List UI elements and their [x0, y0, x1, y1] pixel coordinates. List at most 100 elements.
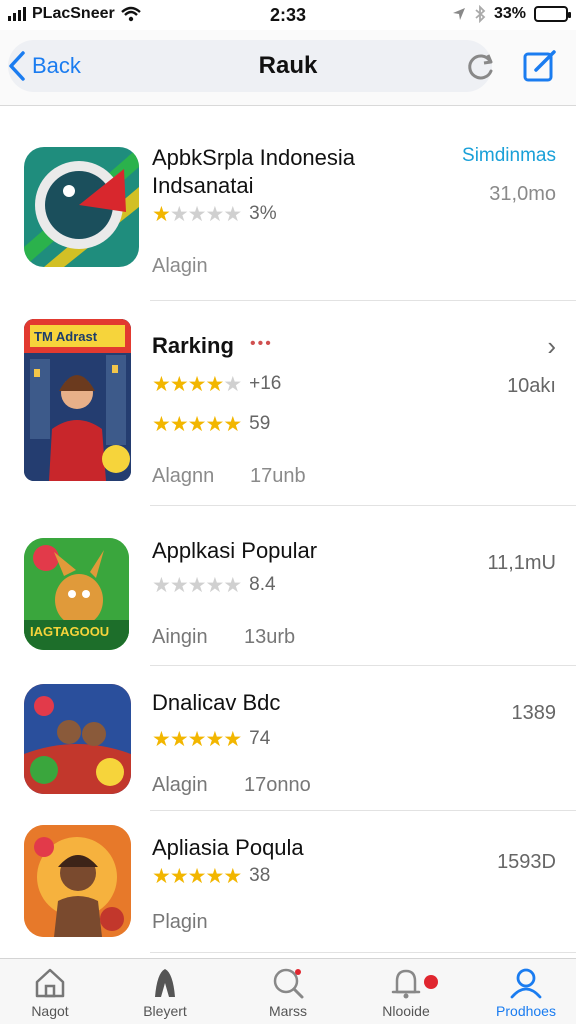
star-icon: ★ [152, 864, 171, 888]
star-icon: ★ [205, 727, 224, 751]
tab-label: Nlooide [382, 1003, 430, 1019]
app-size: 1389 [511, 702, 557, 724]
rating-stars: ★★★★★ 8.4 [152, 574, 276, 596]
star-icon: ★ [223, 202, 242, 226]
tab-label: Nagot [31, 1003, 69, 1019]
star-icon: ★ [169, 573, 189, 597]
app-category: Alagnn [152, 465, 215, 487]
tab-label: Prodhoes [496, 1003, 556, 1019]
star-icon: ★ [223, 864, 242, 888]
tab-player[interactable]: Bleyert [115, 965, 215, 1019]
star-icon: ★ [223, 412, 242, 436]
location-icon [452, 8, 465, 20]
bluetooth-icon [475, 5, 486, 23]
home-icon [35, 968, 65, 998]
list-item[interactable]: IAGTAGOOU Applkasi Popular 11,1mU ★★★★★ … [0, 506, 576, 666]
rating-label: 74 [249, 728, 271, 749]
star-icon: ★ [169, 412, 189, 436]
more-dots[interactable]: ••• [250, 335, 273, 353]
star-icon: ★ [169, 864, 189, 888]
app-icon [24, 684, 131, 794]
list-item[interactable]: Dnalicav Bdc 1389 ★★★★★ 74 Alagin 17onno [0, 666, 576, 811]
rating-label: 38 [249, 865, 271, 886]
app-extra: 17unb [250, 465, 306, 487]
app-title: Rarking [152, 333, 234, 358]
rating-stars: ★★★★★ 38 [152, 865, 270, 887]
app-category: Alagin [152, 774, 208, 796]
star-icon: ★ [152, 412, 171, 436]
tab-profile[interactable]: Prodhoes [476, 965, 576, 1019]
star-icon: ★ [223, 372, 242, 396]
star-icon: ★ [205, 202, 224, 226]
star-icon: ★ [187, 412, 207, 436]
battery-icon [534, 6, 571, 22]
app-icon: IAGTAGOOU [24, 538, 129, 650]
navigation-bar: Back Rauk [0, 30, 576, 106]
star-icon: ★ [205, 573, 224, 597]
app-title: ApbkSrpla Indonesia [152, 145, 356, 170]
app-size: 11,1mU [487, 552, 556, 574]
tab-label: Bleyert [143, 1003, 187, 1019]
star-rating: ★★★★★ [152, 412, 242, 436]
tab-bar: Nagot Bleyert Marss Nlooide Prodhoes [0, 958, 576, 1024]
cartoon-character-icon [24, 825, 131, 937]
star-icon: ★ [152, 202, 171, 226]
chevron-right-icon[interactable]: › [547, 331, 556, 362]
rating-label: 59 [249, 413, 271, 434]
profile-icon [510, 968, 542, 999]
star-icon: ★ [205, 372, 224, 396]
rating-stars-secondary: ★★★★★ 59 [152, 413, 270, 435]
row-separator [150, 952, 576, 953]
rating-label: 8.4 [249, 574, 276, 595]
cartoon-kids-icon [24, 684, 131, 794]
compose-button[interactable] [520, 46, 560, 86]
app-size: 1593D [497, 851, 556, 873]
search-icon [273, 968, 304, 999]
app-title: Dnalicav Bdc [152, 690, 281, 715]
list-item[interactable]: ApbkSrpla Indonesia Indsanatai Simdinmas… [0, 107, 576, 301]
star-icon: ★ [169, 372, 189, 396]
star-rating: ★★★★★ [152, 573, 242, 597]
star-icon: ★ [169, 727, 189, 751]
person-silhouette-icon [155, 969, 175, 997]
app-link[interactable]: Simdinmas [462, 145, 556, 167]
star-icon: ★ [152, 727, 171, 751]
notification-badge [424, 975, 438, 989]
battery-percent: 33% [493, 5, 526, 22]
app-extra: 17onno [244, 774, 311, 796]
star-icon: ★ [205, 412, 224, 436]
app-subtitle: Indsanatai [152, 173, 254, 198]
star-rating: ★★★★★ [152, 727, 242, 751]
app-icon [24, 825, 131, 937]
rating-label: 3% [249, 203, 277, 224]
tab-notifications[interactable]: Nlooide [356, 965, 456, 1019]
app-icon [24, 147, 139, 267]
app-category: Aingin [152, 626, 208, 648]
star-icon: ★ [152, 372, 171, 396]
rating-stars: ★★★★★ 74 [152, 728, 270, 750]
star-icon: ★ [187, 864, 207, 888]
star-icon: ★ [152, 573, 171, 597]
app-icon: TM Adrast [24, 319, 131, 481]
camera-logo-icon [24, 147, 139, 267]
icon-banner: IAGTAGOOU [30, 624, 110, 639]
tab-home[interactable]: Nagot [0, 965, 100, 1019]
star-icon: ★ [187, 573, 207, 597]
star-icon: ★ [223, 727, 242, 751]
app-size: 31,0mo [489, 183, 556, 205]
app-extra: 13urb [244, 626, 296, 648]
status-right: 33% [452, 5, 571, 23]
rating-stars: ★★★★★ 3% [152, 203, 277, 225]
star-icon: ★ [187, 372, 207, 396]
tab-search[interactable]: Marss [238, 965, 338, 1019]
star-icon: ★ [223, 573, 242, 597]
star-rating: ★★★★★ [152, 372, 242, 396]
star-icon: ★ [187, 202, 207, 226]
list-item[interactable]: Apliasia Poqula 1593D ★★★★★ 38 Plagin [0, 811, 576, 953]
app-size: 10akı [507, 375, 556, 397]
app-category: Alagin [152, 255, 208, 277]
list-item[interactable]: TM Adrast Rarking ••• › 10akı ★★★★★ +16 … [0, 301, 576, 506]
app-category: Plagin [152, 911, 208, 933]
refresh-icon[interactable] [466, 52, 496, 82]
rating-label: +16 [249, 373, 282, 394]
